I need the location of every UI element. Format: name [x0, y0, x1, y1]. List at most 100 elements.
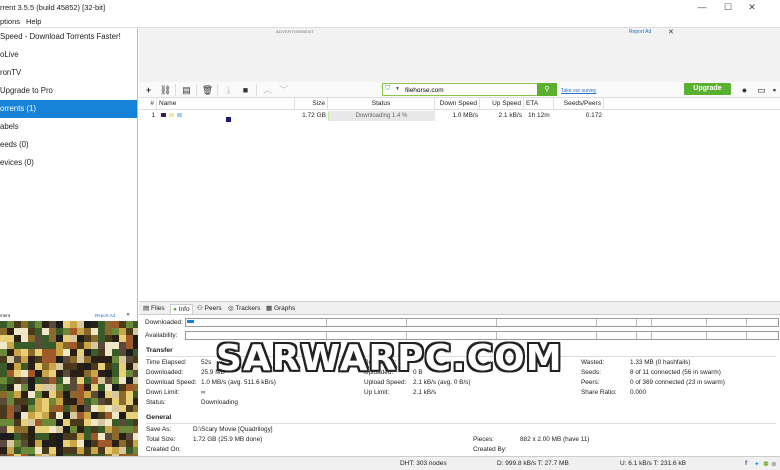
search-provider-icon[interactable]: ⛉: [385, 85, 390, 93]
ad-image[interactable]: [0, 321, 138, 456]
transfer-field-label: Status:: [146, 399, 166, 406]
general-field-label: Save As:: [146, 426, 172, 433]
sidebar-item-feeds[interactable]: eeds (0): [0, 136, 137, 154]
android-icon[interactable]: ⚉: [763, 460, 769, 468]
sidebar-item-upgrade[interactable]: Upgrade to Pro: [0, 82, 137, 100]
row-status: Downloading 1.4 %: [355, 113, 408, 119]
search-input[interactable]: [405, 85, 535, 95]
minimize-icon[interactable]: —: [692, 1, 712, 13]
chevron-down-icon[interactable]: ▼: [395, 86, 400, 92]
upload-status: U: 6.1 kB/s T: 231.6 kB: [620, 460, 686, 467]
twitter-icon[interactable]: ✦: [754, 460, 759, 468]
menu-options[interactable]: ptions: [0, 17, 20, 26]
transfer-field-value: 1.33 MB (0 hashfails): [630, 359, 691, 366]
downloaded-segment: [326, 319, 327, 326]
downloaded-segment: [636, 319, 637, 326]
start-icon[interactable]: ⤓: [222, 84, 235, 96]
availability-segment: [636, 332, 637, 339]
downloaded-segment: [746, 319, 747, 326]
sidebar: Speed - Download Torrents Faster! oLive …: [0, 28, 138, 313]
general-field-value: 882 x 2.00 MB (have 11): [520, 436, 590, 443]
col-header-down-speed[interactable]: Down Speed: [435, 98, 480, 110]
downloaded-segment: [596, 319, 597, 326]
side-ad-close-icon[interactable]: ✕: [126, 312, 130, 318]
transfer-field-value: 2.1 kB/s (avg. 0 B/s): [413, 379, 471, 386]
sidebar-item-devices[interactable]: evices (0): [0, 154, 137, 172]
col-header-up-speed[interactable]: Up Speed: [480, 98, 524, 110]
transfer-field-label: Downloaded:: [146, 369, 184, 376]
add-torrent-icon[interactable]: +: [142, 84, 155, 96]
toolbar-separator: [256, 84, 257, 96]
transfer-field-value: 52s: [201, 359, 212, 366]
create-torrent-icon[interactable]: ▤: [180, 84, 193, 96]
tab-graphs[interactable]: ▦ Graphs: [266, 304, 295, 314]
col-header-filler: [604, 98, 780, 110]
ad-close-icon[interactable]: ✕: [668, 28, 674, 36]
bulb-icon[interactable]: ●: [738, 84, 751, 96]
availability-segment: [651, 332, 652, 339]
remote-icon[interactable]: ▪: [768, 84, 780, 96]
sidebar-item-torrents[interactable]: orrents (1): [0, 100, 137, 118]
peers-icon: ⚇: [197, 305, 205, 312]
tab-peers[interactable]: ⚇ Peers: [197, 304, 222, 314]
transfer-field-label: Upload Speed:: [364, 379, 407, 386]
move-down-icon[interactable]: ﹀: [277, 84, 290, 96]
side-ad-label: ment: [0, 313, 11, 318]
upgrade-button[interactable]: Upgrade: [684, 83, 731, 95]
row-num: 1: [151, 112, 155, 119]
availability-label: Availability:: [145, 332, 178, 339]
sidebar-item-speed[interactable]: Speed - Download Torrents Faster!: [0, 28, 137, 46]
watermark: SARWARPC.COM: [216, 338, 563, 379]
col-header-seeds-peers[interactable]: Seeds/Peers: [554, 98, 604, 110]
row-seeds-peers: 0.172: [585, 112, 602, 119]
downloaded-segment: [706, 319, 707, 326]
search-icon[interactable]: ⚲: [537, 83, 557, 96]
col-header-eta[interactable]: ETA: [524, 98, 554, 110]
close-icon[interactable]: ✕: [742, 1, 762, 13]
col-header-status[interactable]: Status: [328, 98, 435, 110]
tab-trackers[interactable]: ◎ Trackers: [228, 304, 260, 314]
add-link-icon[interactable]: ⛓: [159, 84, 172, 96]
stop-icon[interactable]: ■: [239, 84, 252, 96]
general-field-label: Pieces:: [473, 436, 494, 443]
facebook-icon[interactable]: f: [745, 460, 747, 467]
network-icon[interactable]: ⊚: [771, 460, 776, 468]
downloaded-label: Downloaded:: [145, 319, 183, 326]
transfer-field-label: Wasted:: [581, 359, 605, 366]
transfer-field-value: 8 of 11 connected (56 in swarm): [630, 369, 721, 376]
tab-info[interactable]: ● Info: [170, 304, 193, 314]
row-progress-bar: Downloading 1.4 %: [328, 111, 435, 121]
search-box: ⛉ ▼ ⚲: [382, 83, 557, 96]
col-header-num[interactable]: #: [139, 98, 157, 110]
delete-icon[interactable]: 🗑: [201, 84, 214, 96]
transfer-field-value: 0.000: [630, 389, 646, 396]
move-up-icon[interactable]: ︿: [261, 84, 274, 96]
transfer-field-label: Download Speed:: [146, 379, 197, 386]
download-status: D: 999.8 kB/s T: 27.7 MB: [497, 460, 569, 467]
side-report-ad-link[interactable]: Report Ad: [95, 313, 115, 318]
tab-files[interactable]: ▤ Files: [143, 304, 165, 314]
status-bar: DHT: 303 nodes D: 999.8 kB/s T: 27.7 MB …: [0, 456, 780, 470]
ad-banner: ADVERTISEMENT Report Ad ✕: [139, 28, 780, 82]
col-header-name[interactable]: Name: [157, 98, 295, 110]
survey-link[interactable]: Take our survey: [561, 88, 596, 94]
window-title: rrent 3.5.5 (build 45852) [32-bit]: [0, 3, 106, 12]
report-ad-link[interactable]: Report Ad: [629, 29, 651, 35]
title-bar: rrent 3.5.5 (build 45852) [32-bit] — ☐ ✕: [0, 0, 780, 15]
transfer-field-value: 0 of 369 connected (23 in swarm): [630, 379, 725, 386]
menu-help[interactable]: Help: [26, 17, 41, 26]
sidebar-item-labels[interactable]: abels: [0, 118, 137, 136]
downloaded-segment: [496, 319, 497, 326]
menu-bar: ptions Help: [0, 15, 780, 28]
transfer-heading: Transfer: [146, 347, 173, 354]
maximize-icon[interactable]: ☐: [718, 1, 738, 13]
general-field-value: 1.72 GB (25.9 MB done): [193, 436, 263, 443]
transfer-field-label: Seeds:: [581, 369, 601, 376]
transfer-field-label: Share Ratio:: [581, 389, 617, 396]
general-field-label: Created By:: [473, 446, 507, 453]
sidebar-item-live[interactable]: oLive: [0, 46, 137, 64]
chat-icon[interactable]: ▭: [755, 84, 768, 96]
sidebar-item-tv[interactable]: ronTV: [0, 64, 137, 82]
col-header-size[interactable]: Size: [295, 98, 328, 110]
toolbar-separator: [196, 84, 197, 96]
